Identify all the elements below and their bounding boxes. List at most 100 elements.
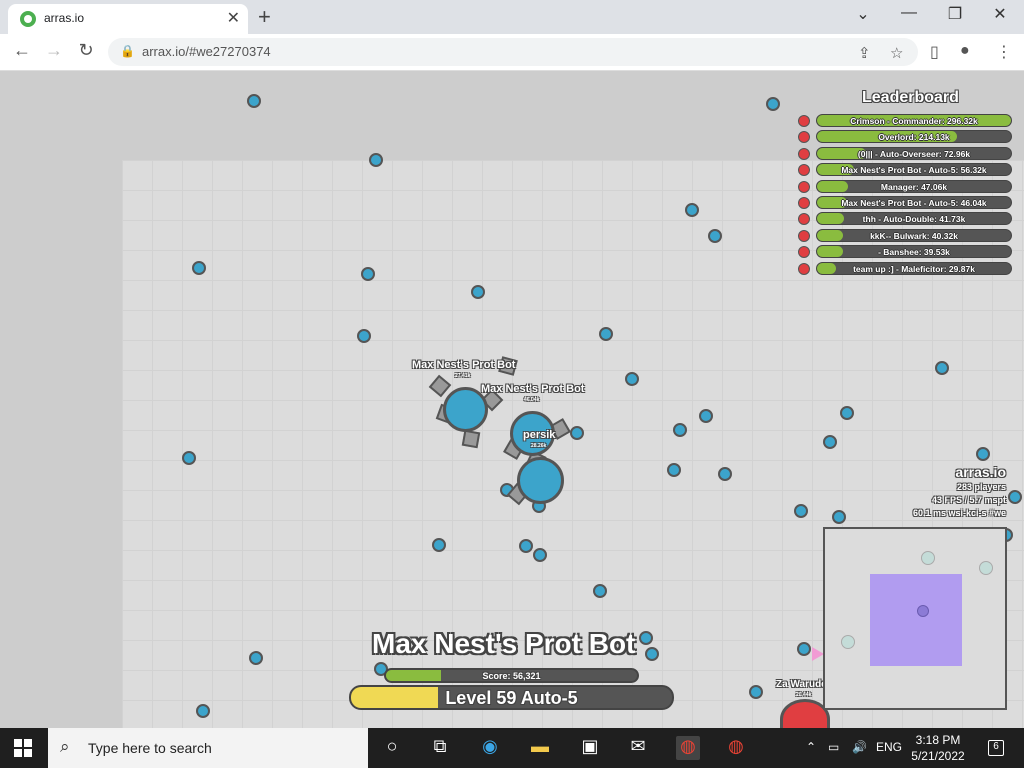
tank-class-icon bbox=[798, 147, 810, 160]
food-polygon bbox=[840, 406, 854, 420]
food-polygon bbox=[625, 372, 639, 386]
taskbar-clock[interactable]: 3:18 PM 5/21/2022 bbox=[908, 732, 968, 764]
food-polygon bbox=[471, 285, 485, 299]
tab-title: arras.io bbox=[44, 11, 85, 25]
food-polygon bbox=[357, 329, 371, 343]
level-text: Level 59 Auto-5 bbox=[445, 688, 578, 708]
food-polygon bbox=[645, 647, 659, 661]
leaderboard-title: Leaderboard bbox=[862, 89, 959, 106]
side-panel-icon[interactable]: ▯ bbox=[930, 42, 939, 62]
server-name: arras.io bbox=[955, 464, 1006, 480]
minimap-blob bbox=[921, 551, 935, 565]
fps-readout: 43 FPS / 5.7 mspt bbox=[931, 495, 1006, 505]
food-polygon bbox=[667, 463, 681, 477]
new-tab-button[interactable]: + bbox=[258, 4, 271, 30]
notification-badge[interactable]: 6 bbox=[988, 740, 1004, 756]
arras-favicon-icon bbox=[20, 11, 36, 27]
player-count: 283 players bbox=[956, 482, 1006, 492]
browser-tab-strip: arras.io ✕ + ⌄ — ❐ ✕ bbox=[0, 0, 1024, 34]
leaderboard-row: (0||| - Auto-Overseer: 72.96k bbox=[796, 146, 1014, 161]
leaderboard-bar: Max Nest's Prot Bot - Auto-5: 56.32k bbox=[816, 163, 1012, 177]
chrome-icon-2[interactable]: ◍ bbox=[724, 736, 748, 760]
food-polygon bbox=[797, 642, 811, 656]
leaderboard-entry-text: Max Nest's Prot Bot - Auto-5: 46.04k bbox=[841, 198, 987, 208]
cortana-icon[interactable]: ○ bbox=[380, 736, 404, 760]
back-button[interactable]: ← bbox=[10, 40, 34, 61]
profile-avatar-icon[interactable]: ● bbox=[960, 42, 970, 60]
tank-class-icon bbox=[798, 115, 810, 127]
store-icon[interactable]: ▣ bbox=[578, 736, 602, 760]
food-polygon bbox=[823, 435, 837, 449]
score-text: Score: 56,321 bbox=[482, 671, 541, 681]
leaderboard-entry-text: kkK-- Bulwark: 40.32k bbox=[870, 230, 958, 241]
tank-score-label: 20.44k bbox=[796, 692, 812, 698]
address-bar[interactable]: 🔒 arrax.io/#we27270374 ⇪ ☆ bbox=[108, 38, 918, 66]
leaderboard-bar: Overlord: 214.13k bbox=[816, 130, 1012, 144]
leaderboard-row: Manager: 47.06k bbox=[796, 179, 1014, 194]
tank-score-label: 27.41k bbox=[455, 373, 471, 379]
food-polygon bbox=[369, 153, 383, 167]
chrome-icon[interactable]: ◍ bbox=[676, 736, 700, 760]
reload-button[interactable]: ↻ bbox=[74, 40, 98, 61]
task-view-icon[interactable]: ⧉ bbox=[428, 736, 452, 760]
leaderboard-row: kkK-- Bulwark: 40.32k bbox=[796, 228, 1014, 243]
food-polygon bbox=[639, 631, 653, 645]
leaderboard-bar: - Banshee: 39.53k bbox=[816, 245, 1012, 259]
windows-start-icon[interactable] bbox=[14, 739, 32, 757]
leaderboard-entry-text: thh - Auto-Double: 41.73k bbox=[862, 214, 966, 225]
mail-icon[interactable]: ✉ bbox=[626, 736, 650, 760]
minimize-button[interactable]: — bbox=[894, 4, 924, 22]
tank-score-label: 28.26k bbox=[531, 443, 547, 449]
ping-readout: 60.1 ms wsi-kci-s #we bbox=[912, 508, 1006, 518]
language-indicator[interactable]: ENG bbox=[876, 740, 902, 754]
food-polygon bbox=[519, 539, 533, 553]
leaderboard-bar: Manager: 47.06k bbox=[816, 179, 1012, 193]
food-polygon bbox=[599, 327, 613, 341]
maximize-button[interactable]: ❐ bbox=[940, 4, 970, 24]
forward-button[interactable]: → bbox=[42, 40, 66, 61]
leaderboard-entry-text: - Banshee: 39.53k bbox=[878, 247, 950, 258]
food-polygon bbox=[361, 267, 375, 281]
tank-class-icon bbox=[798, 262, 810, 275]
taskbar-search-box[interactable]: ⌕ Type here to search bbox=[48, 728, 368, 768]
food-polygon bbox=[718, 467, 732, 481]
leaderboard-entry-text: Overlord: 214.13k bbox=[878, 132, 950, 143]
close-window-button[interactable]: ✕ bbox=[985, 4, 1015, 24]
level-bar: Level 59 Auto-5 bbox=[349, 685, 674, 710]
volume-icon[interactable]: 🔊 bbox=[852, 740, 867, 754]
bookmark-star-icon[interactable]: ☆ bbox=[890, 44, 903, 62]
food-polygon bbox=[533, 548, 547, 562]
share-icon[interactable]: ⇪ bbox=[858, 44, 871, 62]
lock-icon[interactable]: 🔒 bbox=[120, 44, 135, 58]
food-polygon bbox=[976, 447, 990, 461]
tank-name-label: Max Nest's Prot Bot bbox=[412, 359, 516, 371]
tab-search-icon[interactable]: ⌄ bbox=[848, 4, 878, 24]
leaderboard-entry-text: Crimson - Commander: 296.32k bbox=[850, 116, 978, 126]
food-polygon bbox=[685, 203, 699, 217]
tab-close-icon[interactable]: ✕ bbox=[227, 8, 240, 28]
edge-browser-icon[interactable]: ◉ bbox=[478, 736, 502, 760]
leaderboard-entry-text: team up :] - Maleficitor: 29.87k bbox=[853, 263, 975, 274]
tank-class-icon bbox=[798, 246, 810, 259]
leaderboard-entry-text: Max Nest's Prot Bot - Auto-5: 56.32k bbox=[841, 165, 987, 176]
tank-name-label: persik bbox=[523, 429, 556, 441]
leaderboard-bar: (0||| - Auto-Overseer: 72.96k bbox=[816, 146, 1012, 160]
clock-date: 5/21/2022 bbox=[911, 749, 965, 763]
food-polygon bbox=[570, 426, 584, 440]
game-canvas[interactable]: Max Nest's Prot Bot 27.41k Max Nest's Pr… bbox=[0, 71, 1024, 728]
leaderboard-row: Overlord: 214.13k bbox=[796, 130, 1014, 144]
network-icon[interactable]: ▭ bbox=[828, 740, 839, 754]
browser-tab[interactable]: arras.io ✕ bbox=[8, 4, 248, 34]
tank-name-label: Max Nest's Prot Bot bbox=[481, 383, 585, 395]
minimap bbox=[823, 527, 1007, 710]
file-explorer-icon[interactable]: ▬ bbox=[528, 736, 552, 760]
tank-class-icon bbox=[798, 229, 810, 242]
browser-toolbar: ← → ↻ 🔒 arrax.io/#we27270374 ⇪ ☆ ▯ ● ⋮ bbox=[0, 34, 1024, 71]
food-polygon bbox=[699, 409, 713, 423]
menu-kebab-icon[interactable]: ⋮ bbox=[996, 42, 1012, 62]
tray-chevron-icon[interactable]: ⌃ bbox=[806, 740, 816, 754]
leaderboard-bar: Crimson - Commander: 296.32k bbox=[816, 114, 1012, 127]
food-polygon bbox=[673, 423, 687, 437]
food-polygon bbox=[708, 229, 722, 243]
leaderboard-entry-text: (0||| - Auto-Overseer: 72.96k bbox=[857, 148, 971, 159]
